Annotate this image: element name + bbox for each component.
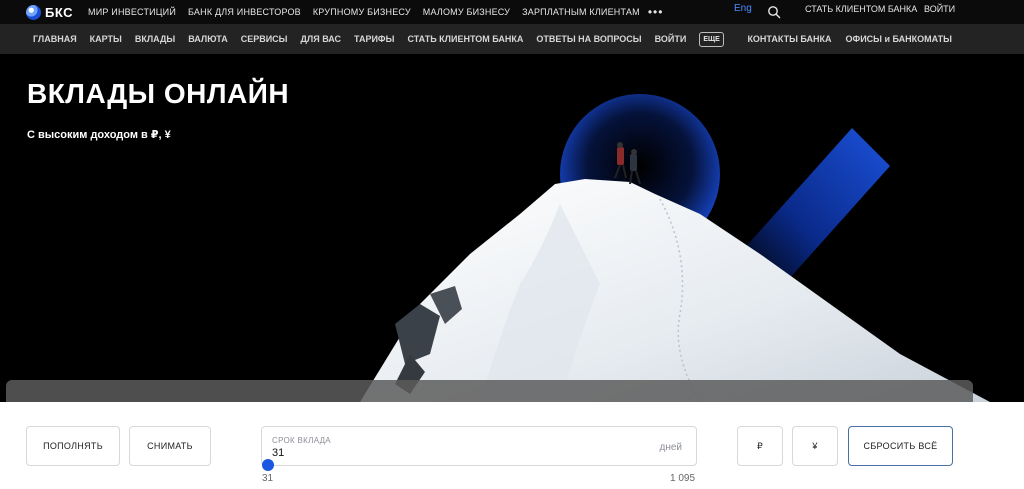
- nav-item-contacts[interactable]: КОНТАКТЫ БАНКА: [747, 34, 831, 44]
- topup-toggle-button[interactable]: ПОПОЛНЯТЬ: [26, 426, 120, 466]
- nav-item-login[interactable]: ВОЙТИ: [655, 34, 687, 44]
- login-link[interactable]: ВОЙТИ: [924, 4, 955, 14]
- more-menu-icon[interactable]: •••: [648, 5, 664, 19]
- become-client-link[interactable]: СТАТЬ КЛИЕНТОМ БАНКА: [805, 4, 917, 14]
- term-unit: дней: [659, 442, 682, 453]
- nav-item-for-you[interactable]: ДЛЯ ВАС: [301, 34, 342, 44]
- logo-text: БКС: [45, 4, 73, 20]
- search-icon[interactable]: [767, 5, 781, 19]
- nav-item-tariffs[interactable]: ТАРИФЫ: [354, 34, 394, 44]
- top-nav-item-small-business[interactable]: МАЛОМУ БИЗНЕСУ: [423, 7, 510, 17]
- filter-panel-edge: [6, 380, 973, 402]
- currency-yen-button[interactable]: ¥: [792, 426, 838, 466]
- top-nav-item-large-business[interactable]: КРУПНОМУ БИЗНЕСУ: [313, 7, 411, 17]
- nav-item-faq[interactable]: ОТВЕТЫ НА ВОПРОСЫ: [536, 34, 641, 44]
- more-badge[interactable]: ЕЩЕ: [699, 31, 724, 47]
- nav-item-deposits[interactable]: ВКЛАДЫ: [135, 34, 175, 44]
- deposit-term-input[interactable]: СРОК ВКЛАДА 31 дней: [261, 426, 697, 466]
- top-nav: МИР ИНВЕСТИЦИЙ БАНК ДЛЯ ИНВЕСТОРОВ КРУПН…: [88, 0, 663, 24]
- currency-rub-button[interactable]: ₽: [737, 426, 783, 466]
- hero-banner: ВКЛАДЫ ОНЛАЙН С высоким доходом в ₽, ¥: [0, 54, 1024, 402]
- hero-subtitle: С высоким доходом в ₽, ¥: [27, 129, 171, 141]
- nav-item-home[interactable]: ГЛАВНАЯ: [33, 34, 77, 44]
- nav-item-become-client[interactable]: СТАТЬ КЛИЕНТОМ БАНКА: [407, 34, 523, 44]
- top-bar: БКС МИР ИНВЕСТИЦИЙ БАНК ДЛЯ ИНВЕСТОРОВ К…: [0, 0, 1024, 24]
- top-nav-item-investments[interactable]: МИР ИНВЕСТИЦИЙ: [88, 7, 176, 17]
- term-range-max: 1 095: [670, 473, 696, 484]
- main-nav: ГЛАВНАЯ КАРТЫ ВКЛАДЫ ВАЛЮТА СЕРВИСЫ ДЛЯ …: [0, 24, 1024, 54]
- language-switch[interactable]: Eng: [734, 3, 752, 14]
- term-label: СРОК ВКЛАДА: [272, 436, 331, 445]
- nav-item-cards[interactable]: КАРТЫ: [90, 34, 122, 44]
- term-value[interactable]: 31: [272, 447, 284, 459]
- term-slider-handle[interactable]: [262, 459, 274, 471]
- page-title: ВКЛАДЫ ОНЛАЙН: [27, 78, 290, 109]
- deposit-filter-form: ПОПОЛНЯТЬ СНИМАТЬ СРОК ВКЛАДА 31 дней 31…: [0, 402, 1024, 489]
- nav-item-currency[interactable]: ВАЛЮТА: [188, 34, 227, 44]
- term-range-min: 31: [262, 473, 274, 484]
- bks-logo[interactable]: БКС: [26, 4, 73, 20]
- top-nav-item-salary-clients[interactable]: ЗАРПЛАТНЫМ КЛИЕНТАМ: [522, 7, 640, 17]
- top-nav-item-investor-bank[interactable]: БАНК ДЛЯ ИНВЕСТОРОВ: [188, 7, 301, 17]
- reset-all-button[interactable]: СБРОСИТЬ ВСЁ: [848, 426, 953, 466]
- nav-item-offices-atms[interactable]: ОФИСЫ и БАНКОМАТЫ: [846, 34, 952, 44]
- bks-logo-icon: [26, 4, 41, 20]
- withdraw-toggle-button[interactable]: СНИМАТЬ: [129, 426, 211, 466]
- nav-item-services[interactable]: СЕРВИСЫ: [241, 34, 288, 44]
